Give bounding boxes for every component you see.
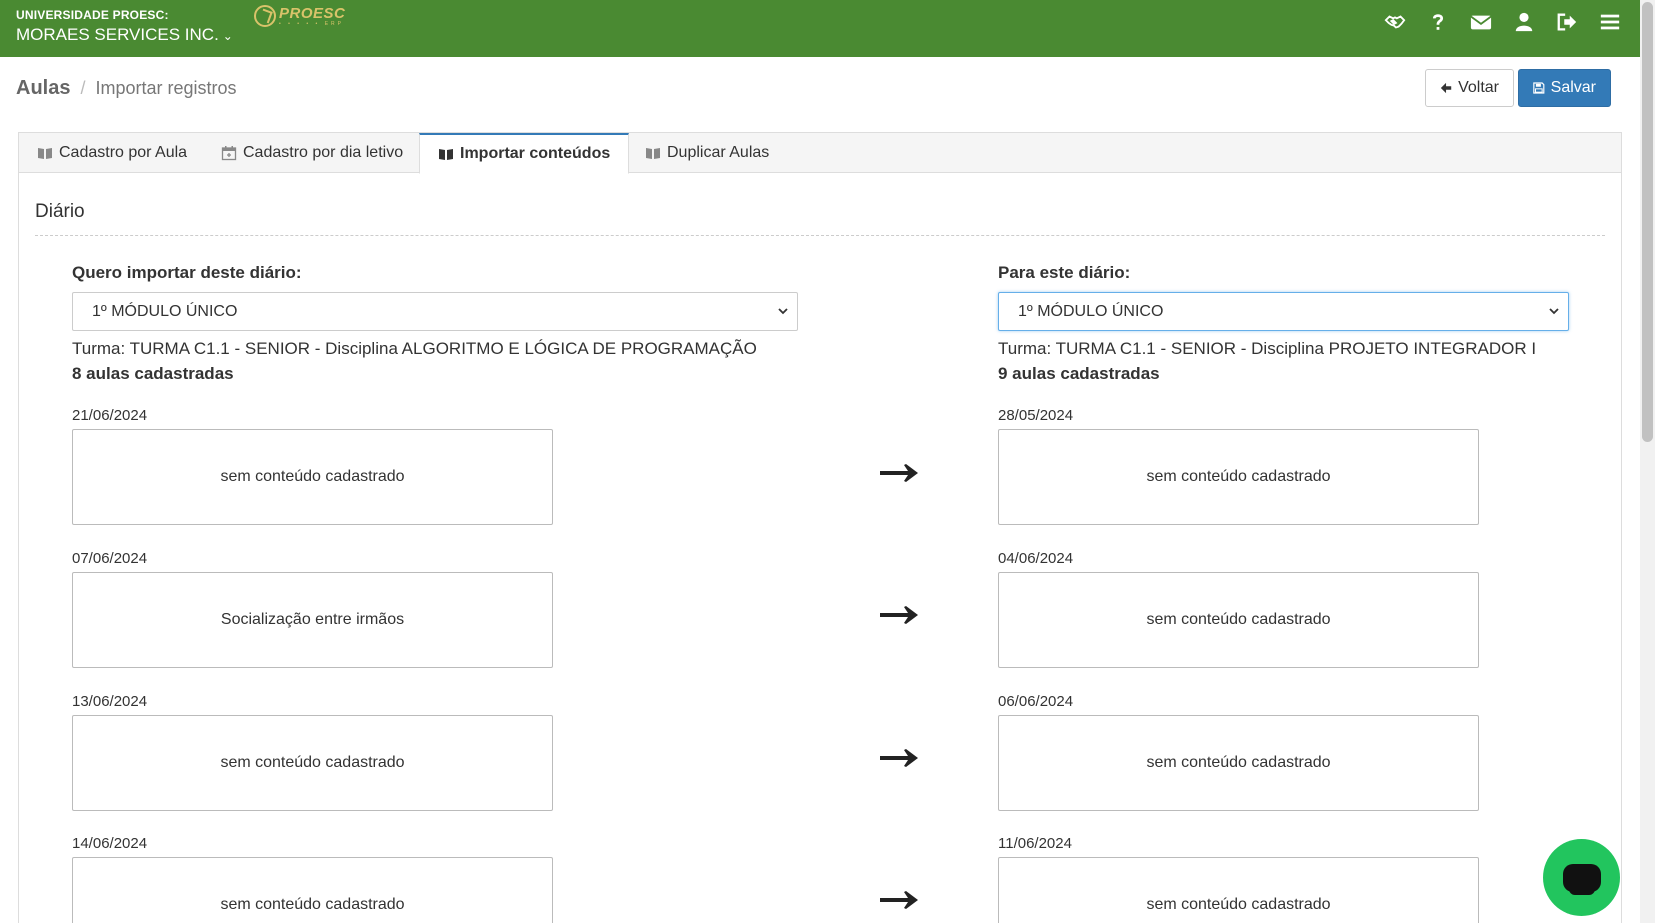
arrow-right-icon [880, 606, 918, 624]
help-icon[interactable] [1426, 10, 1450, 34]
save-label: Salvar [1550, 79, 1596, 96]
source-date: 13/06/2024 [72, 693, 148, 710]
handshake-icon[interactable] [1383, 10, 1407, 34]
book-icon [646, 148, 660, 159]
lesson-content: Socialização entre irmãos [220, 611, 405, 628]
calendar-icon [221, 146, 237, 161]
org-label: UNIVERSIDADE PROESC: [16, 8, 169, 22]
top-icons [1383, 10, 1622, 34]
lesson-content: sem conteúdo cadastrado [1146, 611, 1331, 628]
target-selected: 1º MÓDULO ÚNICO [1018, 302, 1164, 320]
target-count: 9 aulas cadastradas [998, 364, 1160, 383]
tab-label: Duplicar Aulas [667, 144, 770, 161]
arrow-left-icon [1440, 82, 1452, 94]
tab-label: Cadastro por dia letivo [243, 144, 404, 161]
source-lesson-card[interactable]: sem conteúdo cadastrado [72, 429, 553, 525]
target-label: Para este diário: [998, 263, 1131, 282]
source-date: 14/06/2024 [72, 835, 148, 852]
chevron-down-icon [1549, 308, 1559, 315]
org-selector[interactable]: MORAES SERVICES INC. ⌄ [16, 25, 233, 45]
source-date: 21/06/2024 [72, 407, 148, 424]
book-icon [38, 148, 52, 159]
back-button[interactable]: Voltar [1425, 69, 1514, 107]
target-lesson-card[interactable]: sem conteúdo cadastrado [998, 429, 1479, 525]
source-lesson-card[interactable]: sem conteúdo cadastrado [72, 857, 553, 923]
lesson-content: sem conteúdo cadastrado [1146, 468, 1331, 485]
target-lesson-card[interactable]: sem conteúdo cadastrado [998, 715, 1479, 811]
main-panel: Cadastro por Aula Cadastro por dia letiv… [18, 132, 1622, 923]
mail-icon[interactable] [1469, 10, 1493, 34]
target-date: 11/06/2024 [998, 835, 1072, 852]
lesson-content: sem conteúdo cadastrado [220, 896, 405, 913]
section-divider [35, 235, 1605, 236]
tab-importar-conteudos[interactable]: Importar conteúdos [419, 133, 630, 174]
proesc-logo[interactable]: PROESC • • • • • ERP [254, 5, 345, 27]
arrow-right-icon [880, 749, 918, 767]
lesson-content: sem conteúdo cadastrado [1146, 754, 1331, 771]
scrollbar-thumb[interactable] [1642, 2, 1653, 442]
page-scrollbar[interactable] [1640, 0, 1655, 923]
back-label: Voltar [1458, 79, 1499, 96]
target-diario-select[interactable]: 1º MÓDULO ÚNICO [998, 292, 1569, 331]
chevron-down-icon: ⌄ [222, 29, 233, 43]
tab-cadastro-por-dia-letivo[interactable]: Cadastro por dia letivo [203, 133, 421, 173]
chevron-down-icon [778, 308, 788, 315]
breadcrumb: Aulas / Importar registros [16, 77, 237, 100]
chat-bubble-icon [1562, 863, 1601, 895]
target-date: 28/05/2024 [998, 407, 1074, 424]
book-icon [439, 149, 453, 160]
save-button[interactable]: Salvar [1518, 69, 1611, 107]
source-diario-select[interactable]: 1º MÓDULO ÚNICO [72, 292, 798, 331]
logo-sub: • • • • • ERP [279, 20, 344, 27]
source-label: Quero importar deste diário: [72, 263, 302, 282]
logo-mark-icon [254, 5, 276, 27]
target-turma: Turma: TURMA C1.1 - SENIOR - Disciplina … [998, 339, 1537, 358]
top-navbar: UNIVERSIDADE PROESC: MORAES SERVICES INC… [0, 0, 1640, 57]
lesson-content: sem conteúdo cadastrado [220, 754, 405, 771]
target-lesson-card[interactable]: sem conteúdo cadastrado [998, 572, 1479, 668]
source-turma: Turma: TURMA C1.1 - SENIOR - Disciplina … [72, 339, 757, 358]
target-date: 04/06/2024 [998, 550, 1074, 567]
arrow-right-icon [880, 891, 918, 909]
source-lesson-card[interactable]: sem conteúdo cadastrado [72, 715, 553, 811]
tab-cadastro-por-aula[interactable]: Cadastro por Aula [19, 133, 205, 173]
chat-widget-button[interactable] [1543, 839, 1620, 916]
lesson-content: sem conteúdo cadastrado [1146, 896, 1331, 913]
logo-text: PROESC [279, 4, 346, 22]
org-name: MORAES SERVICES INC. [16, 25, 219, 44]
source-lesson-card[interactable]: Socialização entre irmãos [72, 572, 553, 668]
source-selected: 1º MÓDULO ÚNICO [92, 302, 238, 320]
menu-icon[interactable] [1598, 10, 1622, 34]
page-subtitle: Importar registros [95, 78, 237, 98]
floppy-icon [1533, 82, 1545, 94]
tab-bar: Cadastro por Aula Cadastro por dia letiv… [19, 133, 1621, 174]
logout-icon[interactable] [1555, 10, 1579, 34]
section-title: Diário [35, 201, 85, 222]
target-date: 06/06/2024 [998, 693, 1074, 710]
source-date: 07/06/2024 [72, 550, 148, 567]
arrow-right-icon [880, 464, 918, 482]
source-count: 8 aulas cadastradas [72, 364, 234, 383]
tab-label: Importar conteúdos [460, 145, 611, 162]
user-icon[interactable] [1512, 10, 1536, 34]
tab-label: Cadastro por Aula [59, 144, 188, 161]
breadcrumb-separator: / [80, 78, 86, 98]
page-title[interactable]: Aulas [16, 77, 70, 100]
tab-duplicar-aulas[interactable]: Duplicar Aulas [627, 133, 787, 173]
target-lesson-card[interactable]: sem conteúdo cadastrado [998, 857, 1479, 923]
lesson-content: sem conteúdo cadastrado [220, 468, 405, 485]
